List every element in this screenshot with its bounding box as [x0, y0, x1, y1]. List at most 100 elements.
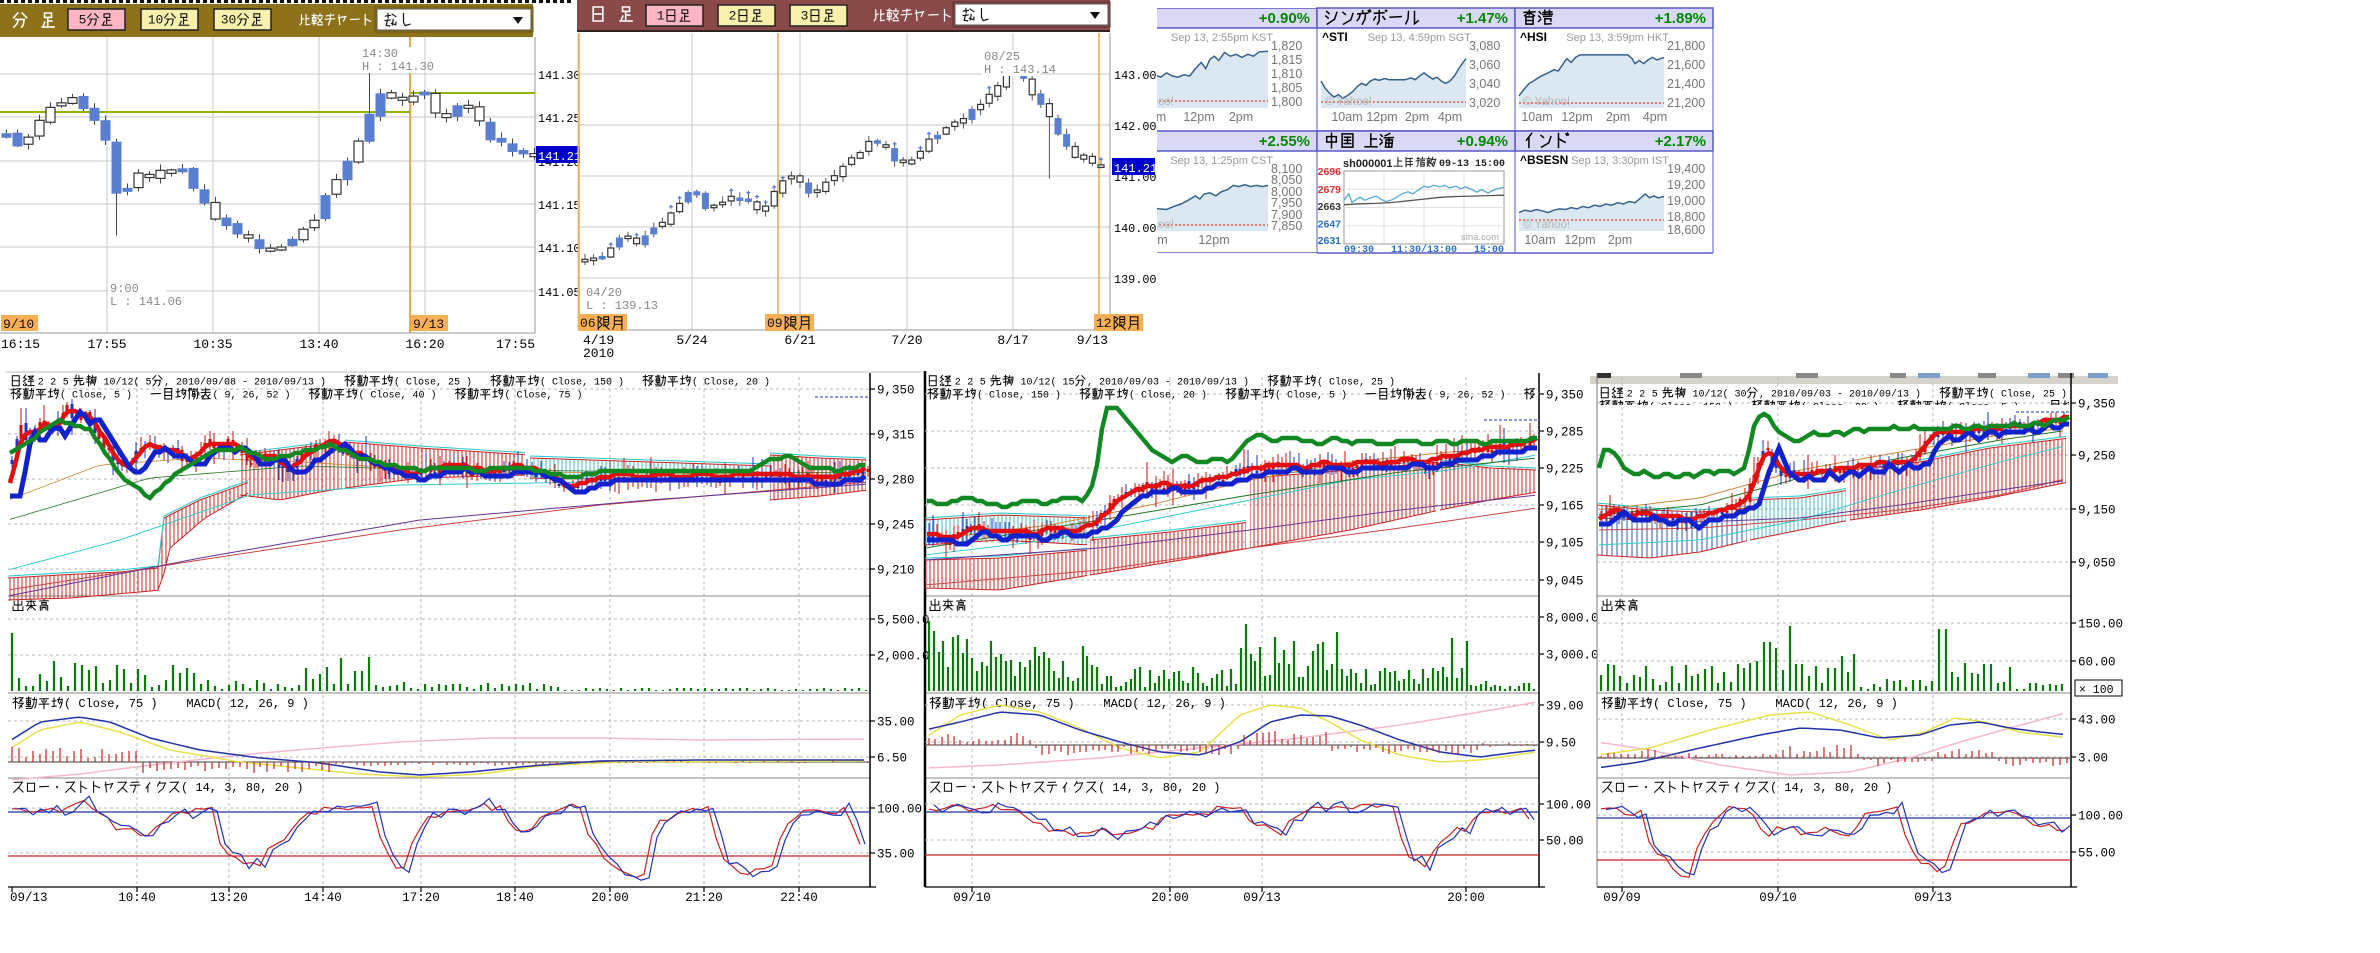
- svg-text:2pm: 2pm: [1229, 110, 1253, 124]
- svg-text:, 2010/09/03 - 2010/09/13 ): , 2010/09/03 - 2010/09/13 ): [1759, 388, 1939, 400]
- svg-text:9/13: 9/13: [1077, 333, 1108, 348]
- svg-text:1: 1: [657, 9, 665, 24]
- svg-text:140.00: 140.00: [1114, 222, 1156, 236]
- svg-text:9:00: 9:00: [110, 282, 139, 296]
- svg-text:18:40: 18:40: [496, 891, 534, 905]
- svg-text:9,350: 9,350: [1546, 389, 1584, 403]
- svg-text:2696: 2696: [1318, 166, 1342, 178]
- svg-text:12pm: 12pm: [1198, 233, 1229, 247]
- svg-text:21,400: 21,400: [1667, 77, 1705, 91]
- svg-text:© Yahoo!: © Yahoo!: [1523, 96, 1570, 108]
- svg-text:2663: 2663: [1318, 201, 1342, 213]
- svg-text:100.00: 100.00: [1546, 799, 1591, 813]
- svg-text:09/10: 09/10: [1759, 891, 1797, 905]
- svg-text:2679: 2679: [1318, 184, 1342, 196]
- svg-text:1,800: 1,800: [1271, 95, 1302, 109]
- svg-text:( Close, 75 ) MACD( 12, 26,: ( Close, 75 ) MACD( 12, 26, 9 ): [64, 697, 309, 711]
- svg-text:150.00: 150.00: [2078, 618, 2123, 632]
- svg-text:5,500.0: 5,500.0: [877, 614, 930, 628]
- svg-text:141.15: 141.15: [538, 199, 580, 213]
- svg-text:2647: 2647: [1318, 219, 1342, 231]
- svg-text:2: 2: [967, 377, 973, 388]
- svg-text:5: 5: [980, 377, 986, 388]
- svg-text:1,810: 1,810: [1271, 67, 1302, 81]
- svg-text:6.50: 6.50: [877, 752, 907, 766]
- svg-text:13:20: 13:20: [210, 891, 248, 905]
- svg-text:( 9, 26, 52 ): ( 9, 26, 52 ): [1428, 389, 1524, 401]
- svg-text:+1.47%: +1.47%: [1457, 10, 1508, 27]
- svg-text:55.00: 55.00: [2078, 847, 2116, 861]
- svg-text:14:30: 14:30: [362, 47, 398, 61]
- svg-text:10am: 10am: [1331, 110, 1362, 124]
- svg-text:( Close, 5 ): ( Close, 5 ): [1275, 389, 1365, 401]
- svg-text:^STI: ^STI: [1322, 30, 1348, 44]
- svg-text:19,200: 19,200: [1667, 178, 1705, 192]
- svg-text:9/13: 9/13: [413, 317, 444, 332]
- svg-text:6/21: 6/21: [784, 333, 815, 348]
- svg-text:+1.89%: +1.89%: [1655, 10, 1706, 27]
- svg-text:14:40: 14:40: [304, 891, 342, 905]
- svg-text:19,000: 19,000: [1667, 194, 1705, 208]
- svg-text:12pm: 12pm: [1561, 110, 1592, 124]
- svg-text:3: 3: [801, 9, 809, 24]
- svg-text:141.21: 141.21: [1114, 162, 1157, 176]
- svg-text:10:35: 10:35: [193, 337, 232, 352]
- svg-text:10/12( 15: 10/12( 15: [1015, 376, 1075, 388]
- svg-text:09-13 15:00: 09-13 15:00: [1439, 159, 1505, 170]
- svg-text:3,000.0: 3,000.0: [1546, 649, 1599, 663]
- svg-text:8,000.0: 8,000.0: [1546, 612, 1599, 626]
- svg-text:12pm: 12pm: [1183, 110, 1214, 124]
- svg-text:9,225: 9,225: [1546, 463, 1584, 477]
- svg-text:30: 30: [221, 13, 237, 28]
- svg-text:22:40: 22:40: [780, 891, 818, 905]
- svg-text:Sep 13, 3:59pm HKT: Sep 13, 3:59pm HKT: [1566, 32, 1669, 44]
- svg-text:16:15: 16:15: [1, 337, 40, 352]
- svg-text:100.00: 100.00: [877, 803, 922, 817]
- svg-text:9,165: 9,165: [1546, 500, 1584, 514]
- svg-text:+0.94%: +0.94%: [1457, 133, 1508, 150]
- svg-text:H : 141.30: H : 141.30: [362, 60, 434, 74]
- svg-text:20:00: 20:00: [591, 891, 629, 905]
- svg-text:3,020: 3,020: [1469, 96, 1500, 110]
- svg-text:1,820: 1,820: [1271, 39, 1302, 53]
- svg-text:142.00: 142.00: [1114, 120, 1156, 134]
- svg-text:, 2010/09/03 - 2010/09/13 ): , 2010/09/03 - 2010/09/13 ): [1087, 376, 1267, 388]
- svg-text:Sep 13, 3:30pm IST: Sep 13, 3:30pm IST: [1571, 155, 1669, 167]
- svg-text:2pm: 2pm: [1606, 110, 1630, 124]
- svg-text:( Close, 75 ) MACD( 12, 26,: ( Close, 75 ) MACD( 12, 26, 9 ): [1653, 697, 1898, 711]
- svg-text:9,280: 9,280: [877, 474, 915, 488]
- svg-text:12: 12: [1096, 316, 1112, 331]
- svg-text:2010: 2010: [583, 346, 614, 361]
- svg-text:10am: 10am: [1521, 110, 1552, 124]
- svg-text:10am: 10am: [1524, 233, 1555, 247]
- svg-text:11:30/13:00: 11:30/13:00: [1391, 244, 1457, 256]
- svg-text:( 14, 3, 80, 20 ): ( 14, 3, 80, 20 ): [181, 781, 303, 795]
- svg-text:06: 06: [580, 316, 596, 331]
- svg-text:15:00: 15:00: [1474, 245, 1504, 256]
- svg-text:35.00: 35.00: [877, 848, 915, 862]
- svg-text:2: 2: [1627, 389, 1633, 400]
- svg-text:21,600: 21,600: [1667, 58, 1705, 72]
- svg-text:7/20: 7/20: [891, 333, 922, 348]
- svg-text:143.00: 143.00: [1114, 69, 1156, 83]
- svg-text:( Close, 25 ): ( Close, 25 ): [1317, 376, 1395, 388]
- svg-text:^BSESN: ^BSESN: [1520, 153, 1568, 167]
- svg-text:3,040: 3,040: [1469, 77, 1500, 91]
- svg-text:9,350: 9,350: [2078, 398, 2116, 412]
- svg-text:10/12( 30: 10/12( 30: [1687, 388, 1747, 400]
- svg-text:20:00: 20:00: [1151, 891, 1189, 905]
- svg-text:35.00: 35.00: [877, 716, 915, 730]
- svg-text:09/13: 09/13: [10, 891, 48, 905]
- svg-text:9,350: 9,350: [877, 384, 915, 398]
- svg-text:( Close, 25 ): ( Close, 25 ): [1989, 388, 2067, 400]
- svg-text:+2.17%: +2.17%: [1655, 133, 1706, 150]
- svg-text:141.30: 141.30: [538, 69, 580, 83]
- svg-text:09/13: 09/13: [1243, 891, 1281, 905]
- svg-text:16:20: 16:20: [405, 337, 444, 352]
- svg-text:, 2010/09/08 - 2010/09/13 ): , 2010/09/08 - 2010/09/13 ): [164, 376, 344, 388]
- svg-text:17:20: 17:20: [402, 891, 440, 905]
- svg-text:18,600: 18,600: [1667, 223, 1705, 237]
- svg-text:( Close, 150 ): ( Close, 150 ): [977, 389, 1079, 401]
- svg-text:9,315: 9,315: [877, 429, 915, 443]
- svg-text:04/20: 04/20: [586, 286, 622, 300]
